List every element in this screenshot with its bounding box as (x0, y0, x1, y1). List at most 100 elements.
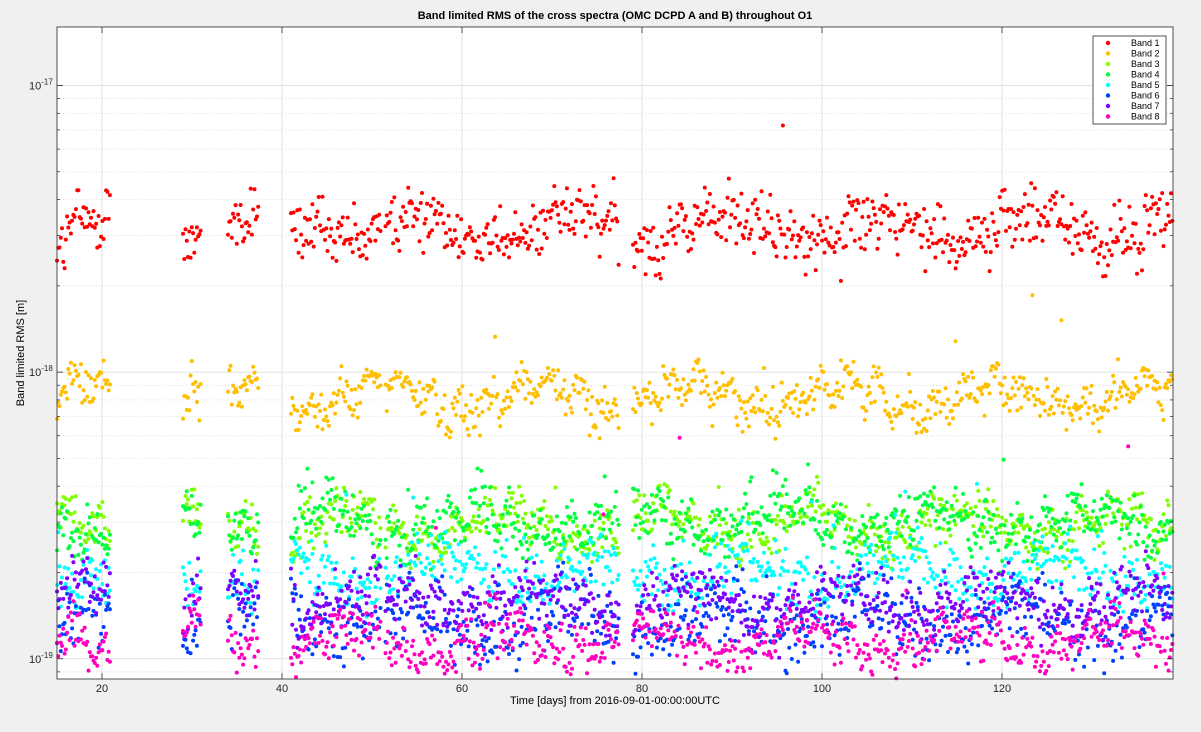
data-point (975, 534, 979, 538)
data-point (1009, 396, 1013, 400)
data-point (445, 629, 449, 633)
data-point (976, 489, 980, 493)
data-point (908, 543, 912, 547)
data-point (1030, 204, 1034, 208)
data-point (498, 424, 502, 428)
data-point (565, 586, 569, 590)
data-point (896, 556, 900, 560)
data-point (743, 411, 747, 415)
data-point (89, 582, 93, 586)
data-point (423, 572, 427, 576)
data-point (239, 591, 243, 595)
data-point (1138, 645, 1142, 649)
data-point (304, 617, 308, 621)
data-point (771, 240, 775, 244)
data-point (757, 217, 761, 221)
data-point (1048, 507, 1052, 511)
data-point (194, 532, 198, 536)
data-point (327, 217, 331, 221)
data-point (723, 394, 727, 398)
data-point (1133, 241, 1137, 245)
data-point (1100, 415, 1104, 419)
data-point (775, 254, 779, 258)
data-point (255, 581, 259, 585)
data-point (671, 557, 675, 561)
data-point (1018, 375, 1022, 379)
data-point (679, 386, 683, 390)
data-point (434, 393, 438, 397)
data-point (348, 631, 352, 635)
data-point (302, 516, 306, 520)
data-point (596, 401, 600, 405)
data-point (590, 631, 594, 635)
data-point (1081, 513, 1085, 517)
data-point (1095, 226, 1099, 230)
data-point (344, 499, 348, 503)
data-point (1004, 557, 1008, 561)
data-point (1092, 658, 1096, 662)
data-point (555, 543, 559, 547)
data-point (978, 528, 982, 532)
data-point (927, 658, 931, 662)
data-point (825, 528, 829, 532)
data-point (568, 228, 572, 232)
data-point (713, 545, 717, 549)
data-point (365, 527, 369, 531)
data-point (1014, 227, 1018, 231)
data-point (249, 584, 253, 588)
data-point (853, 615, 857, 619)
data-point (965, 650, 969, 654)
data-point (83, 580, 87, 584)
data-point (838, 653, 842, 657)
data-point (530, 541, 534, 545)
data-point (532, 586, 536, 590)
data-point (102, 561, 106, 565)
data-point (995, 244, 999, 248)
data-point (516, 389, 520, 393)
data-point (401, 385, 405, 389)
data-point (994, 527, 998, 531)
data-point (322, 581, 326, 585)
data-point (64, 390, 68, 394)
data-point (376, 617, 380, 621)
data-point (1008, 409, 1012, 413)
data-point (727, 555, 731, 559)
data-point (916, 526, 920, 530)
data-point (105, 379, 109, 383)
data-point (941, 527, 945, 531)
data-point (921, 503, 925, 507)
data-point (235, 390, 239, 394)
data-point (681, 377, 685, 381)
data-point (352, 570, 356, 574)
data-point (680, 403, 684, 407)
data-point (894, 237, 898, 241)
data-point (831, 523, 835, 527)
data-point (501, 615, 505, 619)
data-point (810, 500, 814, 504)
data-point (834, 389, 838, 393)
data-point (465, 427, 469, 431)
data-point (858, 237, 862, 241)
data-point (508, 505, 512, 509)
data-point (731, 377, 735, 381)
data-point (892, 213, 896, 217)
data-point (494, 645, 498, 649)
data-point (746, 549, 750, 553)
data-point (573, 388, 577, 392)
data-point (1120, 523, 1124, 527)
data-point (636, 397, 640, 401)
data-point (552, 184, 556, 188)
data-point (1156, 603, 1160, 607)
data-point (844, 527, 848, 531)
data-point (959, 511, 963, 515)
data-point (615, 518, 619, 522)
data-point (1014, 380, 1018, 384)
data-point (969, 506, 973, 510)
data-point (505, 499, 509, 503)
data-point (709, 397, 713, 401)
data-point (434, 594, 438, 598)
data-point (971, 524, 975, 528)
data-point (933, 412, 937, 416)
data-point (680, 577, 684, 581)
data-point (356, 233, 360, 237)
